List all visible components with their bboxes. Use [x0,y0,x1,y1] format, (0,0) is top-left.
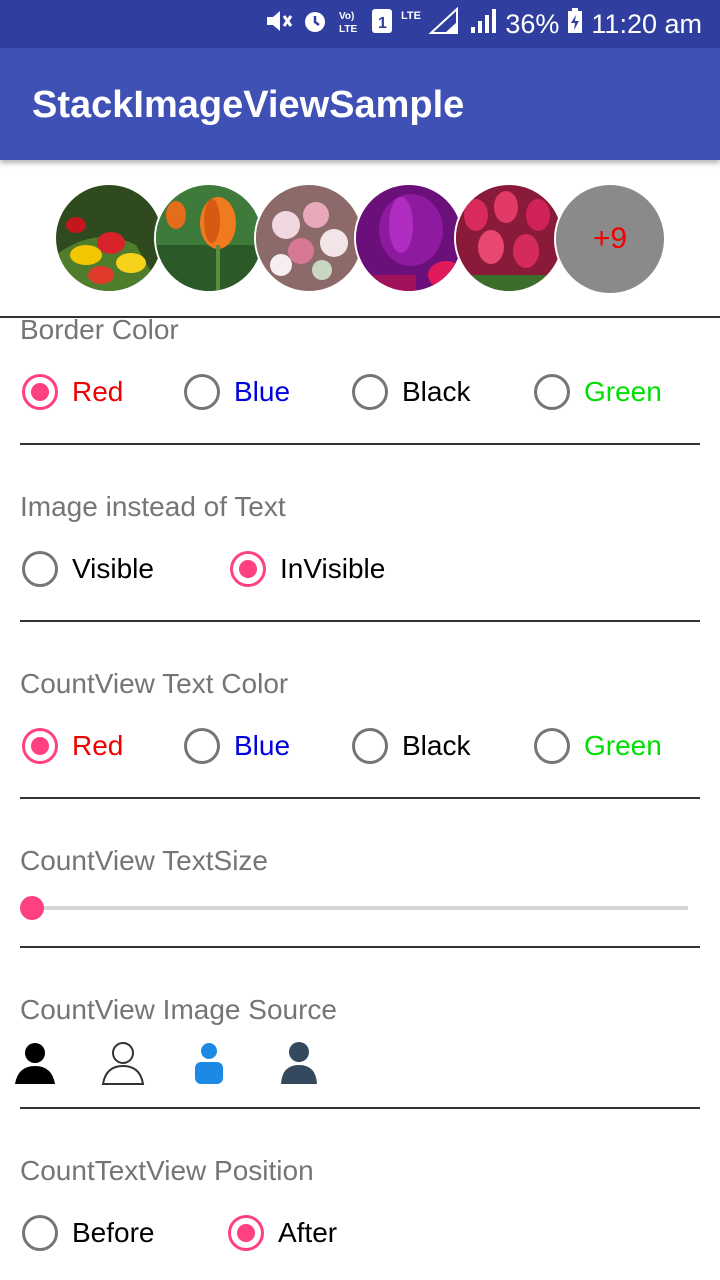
count-color-blue-radio[interactable]: Blue [184,728,290,764]
radio-checked-icon [230,551,266,587]
section-divider [20,946,700,948]
border-color-title: Border Color [20,314,179,345]
battery-percent: 36% [505,8,560,39]
battery-charging-icon [567,7,583,41]
position-before-radio[interactable]: Before [22,1215,155,1251]
svg-text:Vo): Vo) [339,11,354,22]
radio-unchecked-icon [184,728,220,764]
lte-signal-icon: LTE [401,6,461,42]
tulip-pink-image [454,183,564,293]
svg-text:LTE: LTE [339,24,357,34]
app-title: StackImageViewSample [32,84,465,126]
radio-unchecked-icon [352,728,388,764]
count-view: +9 [554,183,666,295]
sim-icon: 1 [371,8,393,41]
radio-label: Black [402,376,471,407]
section-divider [20,797,700,799]
tulip-orange-image [154,183,264,293]
signal-icon [469,7,497,42]
section-divider [20,620,700,622]
app-bar: StackImageViewSample [0,48,720,160]
position-after-radio[interactable]: After [228,1215,337,1251]
radio-unchecked-icon [22,551,58,587]
person-blue-icon[interactable] [186,1040,232,1086]
count-color-red-radio[interactable]: Red [22,728,123,764]
status-icons: Vo) LTE 1 LTE 36% 11:20 am [265,0,702,48]
text-size-slider-track[interactable] [32,906,688,910]
radio-label: Red [72,730,124,761]
status-time: 11:20 am [591,8,702,39]
mute-icon [265,8,293,41]
count-color-black-radio[interactable]: Black [352,728,470,764]
person-black-icon[interactable] [12,1040,58,1086]
svg-text:LTE: LTE [401,10,421,22]
border-color-red-radio[interactable]: Red [22,374,123,410]
status-bar: Vo) LTE 1 LTE 36% 11:20 am [0,0,720,48]
radio-label: Green [584,730,662,761]
border-color-black-radio[interactable]: Black [352,374,470,410]
radio-checked-icon [228,1215,264,1251]
count-color-green-radio[interactable]: Green [534,728,662,764]
section-divider [20,443,700,445]
rose-bouquet-image [254,183,364,293]
volte-icon: Vo) LTE [337,8,363,41]
text-size-title: CountView TextSize [20,845,268,876]
svg-text:1: 1 [378,15,387,32]
radio-unchecked-icon [184,374,220,410]
text-size-slider-thumb[interactable] [20,896,44,920]
section-divider [20,1107,700,1109]
radio-unchecked-icon [22,1215,58,1251]
radio-label: After [278,1217,338,1248]
radio-label: Visible [72,553,154,584]
image-instead-title: Image instead of Text [20,491,286,522]
person-outline-icon[interactable] [100,1040,146,1086]
border-color-green-radio[interactable]: Green [534,374,662,410]
radio-checked-icon [22,374,58,410]
radio-checked-icon [22,728,58,764]
radio-label: Blue [234,376,291,407]
radio-label: Before [72,1217,155,1248]
image-source-title: CountView Image Source [20,994,337,1025]
image-invisible-radio[interactable]: InVisible [230,551,385,587]
border-color-blue-radio[interactable]: Blue [184,374,290,410]
radio-label: Black [402,730,471,761]
radio-label: Red [72,376,124,407]
image-visible-radio[interactable]: Visible [22,551,154,587]
radio-unchecked-icon [534,374,570,410]
position-title: CountTextView Position [20,1155,314,1186]
radio-label: Blue [234,730,291,761]
radio-unchecked-icon [352,374,388,410]
tulip-yellow-red-image [54,183,164,293]
person-dark-icon[interactable] [276,1040,322,1086]
alarm-icon [301,7,329,42]
radio-unchecked-icon [534,728,570,764]
radio-label: InVisible [280,553,386,584]
tulip-purple-image [354,183,464,293]
count-text-color-title: CountView Text Color [20,668,289,699]
radio-label: Green [584,376,662,407]
